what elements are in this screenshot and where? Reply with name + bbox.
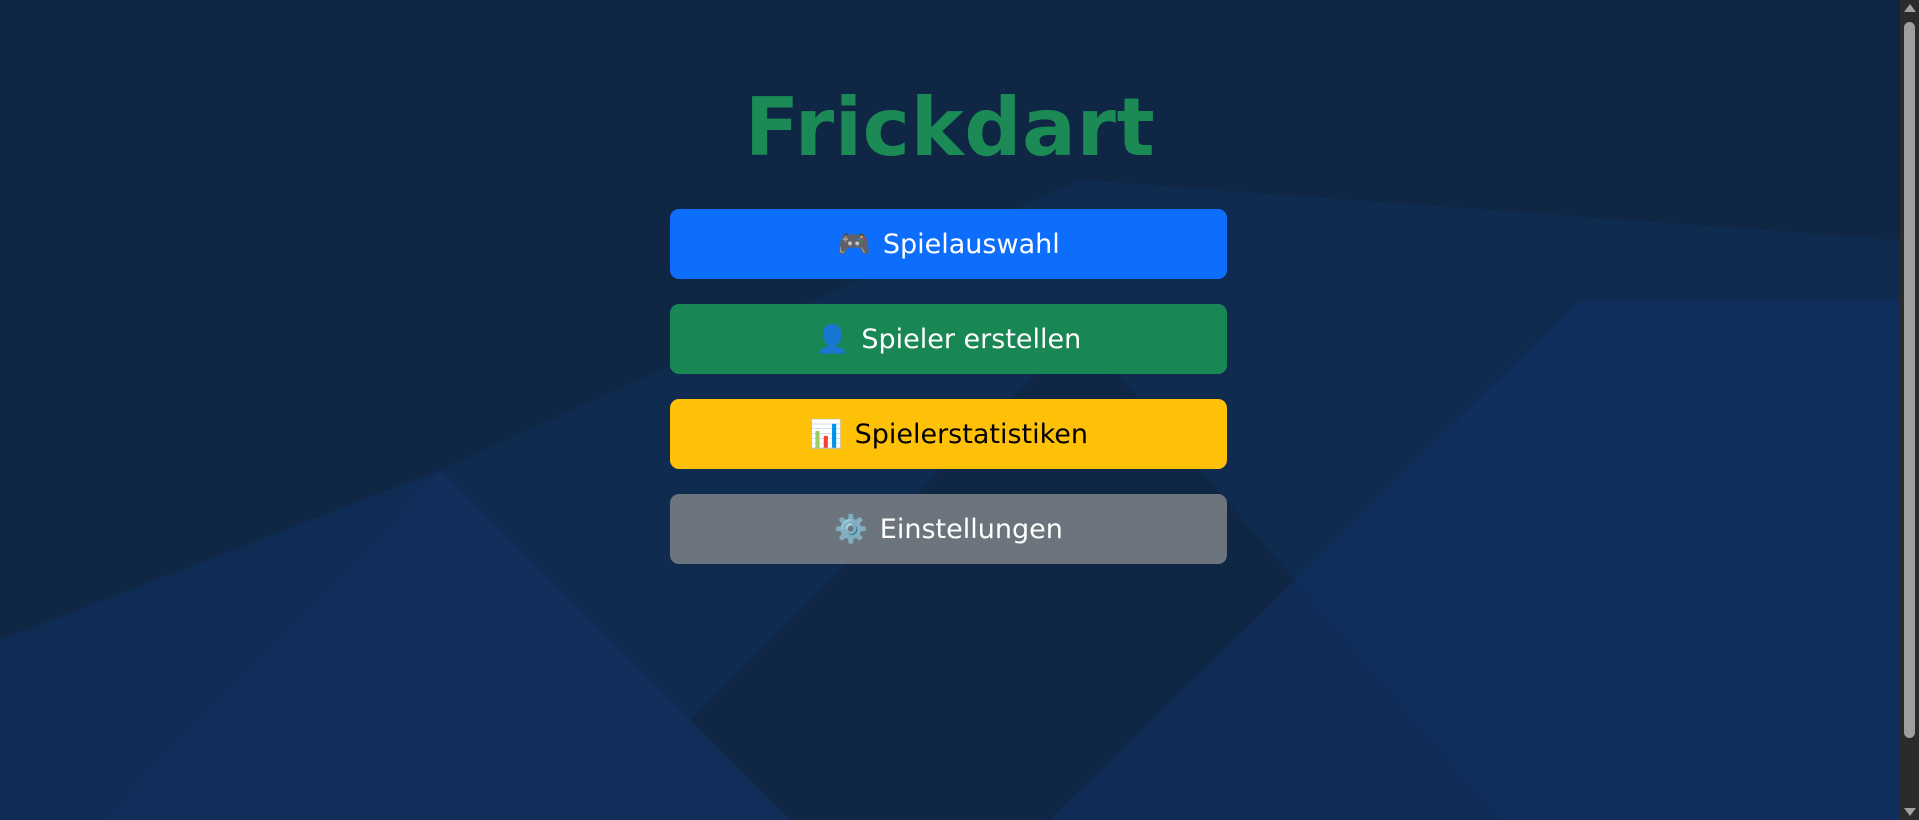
bar-chart-icon: 📊	[808, 418, 843, 450]
gear-icon: ⚙️	[834, 513, 868, 545]
main-content: Frickdart 🎮 Spielauswahl 👤 Spieler erste…	[0, 0, 1900, 820]
settings-button[interactable]: ⚙️ Einstellungen	[670, 494, 1227, 564]
create-player-button[interactable]: 👤 Spieler erstellen	[670, 304, 1227, 374]
player-statistics-label: Spielerstatistiken	[854, 418, 1089, 450]
app-viewport: Frickdart 🎮 Spielauswahl 👤 Spieler erste…	[0, 0, 1900, 820]
game-selection-button[interactable]: 🎮 Spielauswahl	[670, 209, 1227, 279]
gamepad-icon: 🎮	[837, 228, 871, 260]
scrollbar-thumb[interactable]	[1904, 22, 1915, 738]
user-icon: 👤	[815, 323, 850, 355]
game-selection-label: Spielauswahl	[882, 228, 1060, 260]
vertical-scrollbar[interactable]	[1900, 0, 1919, 820]
create-player-label: Spieler erstellen	[861, 323, 1082, 355]
page-title: Frickdart	[744, 81, 1156, 174]
scroll-up-arrow-icon[interactable]	[1904, 4, 1916, 12]
player-statistics-button[interactable]: 📊 Spielerstatistiken	[670, 399, 1227, 469]
scroll-down-arrow-icon[interactable]	[1904, 808, 1916, 816]
settings-label: Einstellungen	[879, 513, 1063, 545]
